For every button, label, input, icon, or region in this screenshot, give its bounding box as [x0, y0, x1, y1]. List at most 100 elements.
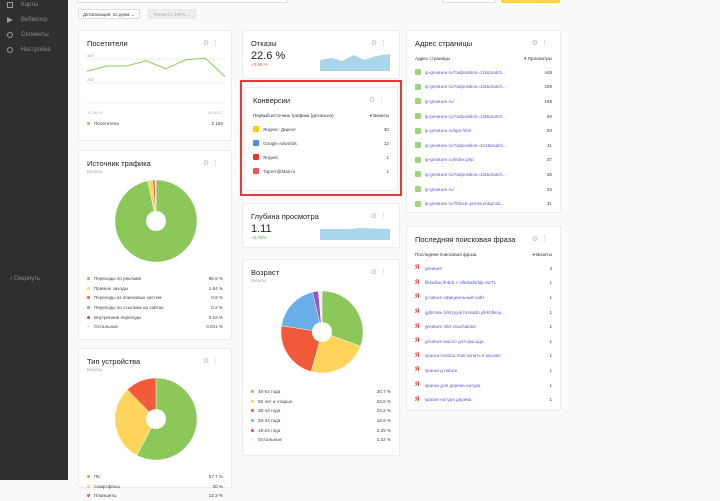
legend-dot-icon — [87, 485, 90, 488]
legend-row[interactable]: 25-34 года18.9 % — [251, 416, 391, 426]
legend-dot-icon — [251, 429, 254, 432]
yandex-icon: Я — [415, 353, 421, 359]
row-value: 69 — [547, 114, 552, 119]
legend-value: 2.25 % — [377, 428, 391, 433]
row-label: краска nordica matt купить в москве — [425, 353, 501, 358]
table-row[interactable]: Яgreature масло для фасада1 — [415, 334, 552, 349]
visitors-widget: Посетители ⚙⋮ 400200 12.06.1718.06.17 По… — [78, 30, 232, 141]
legend-label: Переходы по ссылкам на сайтах — [94, 305, 164, 310]
legend-row[interactable]: Переходы из поисковых систем0.9 % — [87, 293, 223, 303]
legend-label: ПК — [94, 474, 100, 479]
table-row[interactable]: Якраска nordica matt купить в москве1 — [415, 349, 552, 364]
row-value: 36 — [547, 172, 552, 177]
widget-tools-icon[interactable]: ⚙⋮ — [371, 268, 390, 276]
legend-label: Остальные — [258, 437, 282, 442]
table-row[interactable]: ip-greature.ru/169 — [415, 94, 552, 109]
legend-row[interactable]: Переходы по рекламе96.5 % — [87, 274, 223, 284]
yandex-icon: Я — [415, 309, 421, 315]
widget-tools-icon[interactable]: ⚙⋮ — [203, 357, 222, 365]
device-type-widget: Тип устройства Визиты ⚙⋮ ПК57.7 %Смартфо… — [78, 348, 232, 488]
yandex-icon: Я — [415, 294, 421, 300]
legend-value: 23.6 % — [377, 399, 391, 404]
table-row[interactable]: Яgjibcrare fdntzyyal bcrkabb yllrkhfleny… — [415, 305, 552, 320]
row-label: ip-greature.ru/ — [425, 99, 454, 104]
table-row[interactable]: ip-greature.ru/34 — [415, 182, 552, 197]
accuracy-dropdown[interactable]: Точность: 100% ⌄ — [148, 9, 196, 19]
table-row[interactable]: ip-greature.ru/?adposition=1t3&match...6… — [415, 109, 552, 124]
row-value: 1 — [549, 339, 552, 344]
legend-label: 35-44 года — [258, 408, 280, 413]
legend-value: 30.7 % — [377, 389, 391, 394]
widget-tools-icon[interactable]: ⚙⋮ — [203, 39, 222, 47]
widget-tools-icon[interactable]: ⚙⋮ — [203, 159, 222, 167]
sidebar-item[interactable]: Настройка — [0, 42, 68, 57]
legend-label: Внутренние переходы — [94, 315, 141, 320]
legend-label: Прямые заходы — [94, 286, 128, 291]
sidebar: Карты ВебвизорСегментыНастройка ‹ Свернут… — [0, 0, 68, 480]
visitors-total: 2 166 — [212, 121, 224, 126]
legend-row[interactable]: 45-54 года 30.7 % — [251, 387, 391, 397]
legend-row[interactable]: Планшеты12.3 % — [87, 491, 223, 501]
table-row[interactable]: Яg-nature официальный сайт1 — [415, 290, 552, 305]
legend-row[interactable]: Смартфоны30 % — [87, 482, 223, 492]
legend-value: 18.9 % — [377, 418, 391, 423]
table-row[interactable]: Яgreature 450 vnachalatur1 — [415, 319, 552, 334]
yandex-icon: Я — [415, 367, 421, 373]
widget-tools-icon[interactable]: ⚙⋮ — [532, 39, 551, 47]
table-row[interactable]: ip-greature.ru/?adposition=1t2&match...2… — [415, 80, 552, 95]
legend-dot-icon — [251, 409, 254, 412]
legend-row[interactable]: ПК57.7 % — [87, 472, 223, 482]
sidebar-item-label: Карты — [21, 2, 38, 8]
period-selector[interactable] — [77, 0, 288, 3]
row-value: 37 — [547, 157, 552, 162]
compare-button[interactable] — [442, 0, 496, 3]
row-value: 1 — [549, 397, 552, 402]
legend-row[interactable]: 35-44 года23.2 % — [251, 406, 391, 416]
legend-row[interactable]: Остальные1.42 % — [251, 435, 391, 445]
table-row[interactable]: Якраски для дерева натура1 — [415, 378, 552, 393]
table-row[interactable]: ip-greature.ru/?block=premium&posit...31 — [415, 196, 552, 211]
table-row[interactable]: Яgreature3 — [415, 261, 552, 276]
sort-column-header[interactable]: ▾ Визиты — [533, 252, 552, 258]
legend-row[interactable]: 18-24 года2.25 % — [251, 425, 391, 435]
widget-tools-icon[interactable]: ⚙⋮ — [371, 212, 390, 220]
row-label: ip-greature.ru/spn.html — [425, 128, 471, 133]
sidebar-item[interactable]: Вебвизор — [0, 12, 68, 27]
row-label: краски для дерева натура — [425, 383, 480, 388]
row-label: ip-greature.ru/?adposition=1t1&match... — [425, 70, 506, 75]
legend-row[interactable]: 55 лет и старше23.6 % — [251, 397, 391, 407]
yandex-icon: Я — [415, 382, 421, 388]
table-row[interactable]: ip-greature.ru/?adposition=1s1&match...4… — [415, 138, 552, 153]
table-row[interactable]: ip-greature.ru/?adposition=1t1&match...4… — [415, 65, 552, 80]
widget-tools-icon[interactable]: ⚙⋮ — [371, 39, 390, 47]
legend-row[interactable]: Переходы по ссылкам на сайтах0.2 % — [87, 303, 223, 313]
row-value: 1 — [549, 310, 552, 315]
traffic-source-widget: Источник трафика Визиты ⚙⋮ Переходы по р… — [78, 150, 232, 340]
table-row[interactable]: ip-greature.ru/spn.html 63 — [415, 123, 552, 138]
widget-tools-icon[interactable]: ⚙⋮ — [532, 235, 551, 243]
depth-sparkline — [320, 228, 390, 240]
yandex-icon: Я — [415, 338, 421, 344]
collapse-sidebar-button[interactable]: ‹ Свернуть — [10, 276, 40, 282]
detail-dropdown[interactable]: Детализация: по дням ⌄ — [78, 9, 140, 19]
legend-row[interactable]: Внутренние переходы0.16 % — [87, 312, 223, 322]
sidebar-item[interactable]: Карты — [0, 0, 68, 12]
row-value: 63 — [547, 128, 552, 133]
table-row[interactable]: Якраски натура дерева1 — [415, 392, 552, 407]
row-value: 1 — [549, 324, 552, 329]
legend-dot-icon — [87, 287, 90, 290]
row-label: fikkalbal ifnbrb c ollntkalbrfdp sw71 — [425, 280, 496, 285]
legend-label: 45-54 года — [258, 389, 280, 394]
legend-row[interactable]: Прямые заходы1.84 % — [87, 284, 223, 294]
sidebar-item[interactable]: Сегменты — [0, 27, 68, 42]
table-row[interactable]: Якраски g nature1 — [415, 363, 552, 378]
table-row[interactable]: ip-greature.ru/index.php37 — [415, 153, 552, 168]
table-row[interactable]: Яfikkalbal ifnbrb c ollntkalbrfdp sw711 — [415, 276, 552, 291]
row-label: ip-greature.ru/?adposition=1t2&match... — [425, 84, 506, 89]
row-label: ip-greature.ru/ — [425, 187, 454, 192]
legend-row[interactable]: Остальные0.041 % — [87, 322, 223, 332]
primary-button[interactable] — [501, 0, 560, 3]
row-label: g-nature официальный сайт — [425, 295, 484, 300]
table-row[interactable]: ip-greature.ru/?adposition=1t2&match...3… — [415, 167, 552, 182]
sort-column-header[interactable]: ▾ Просмотры — [524, 56, 552, 62]
